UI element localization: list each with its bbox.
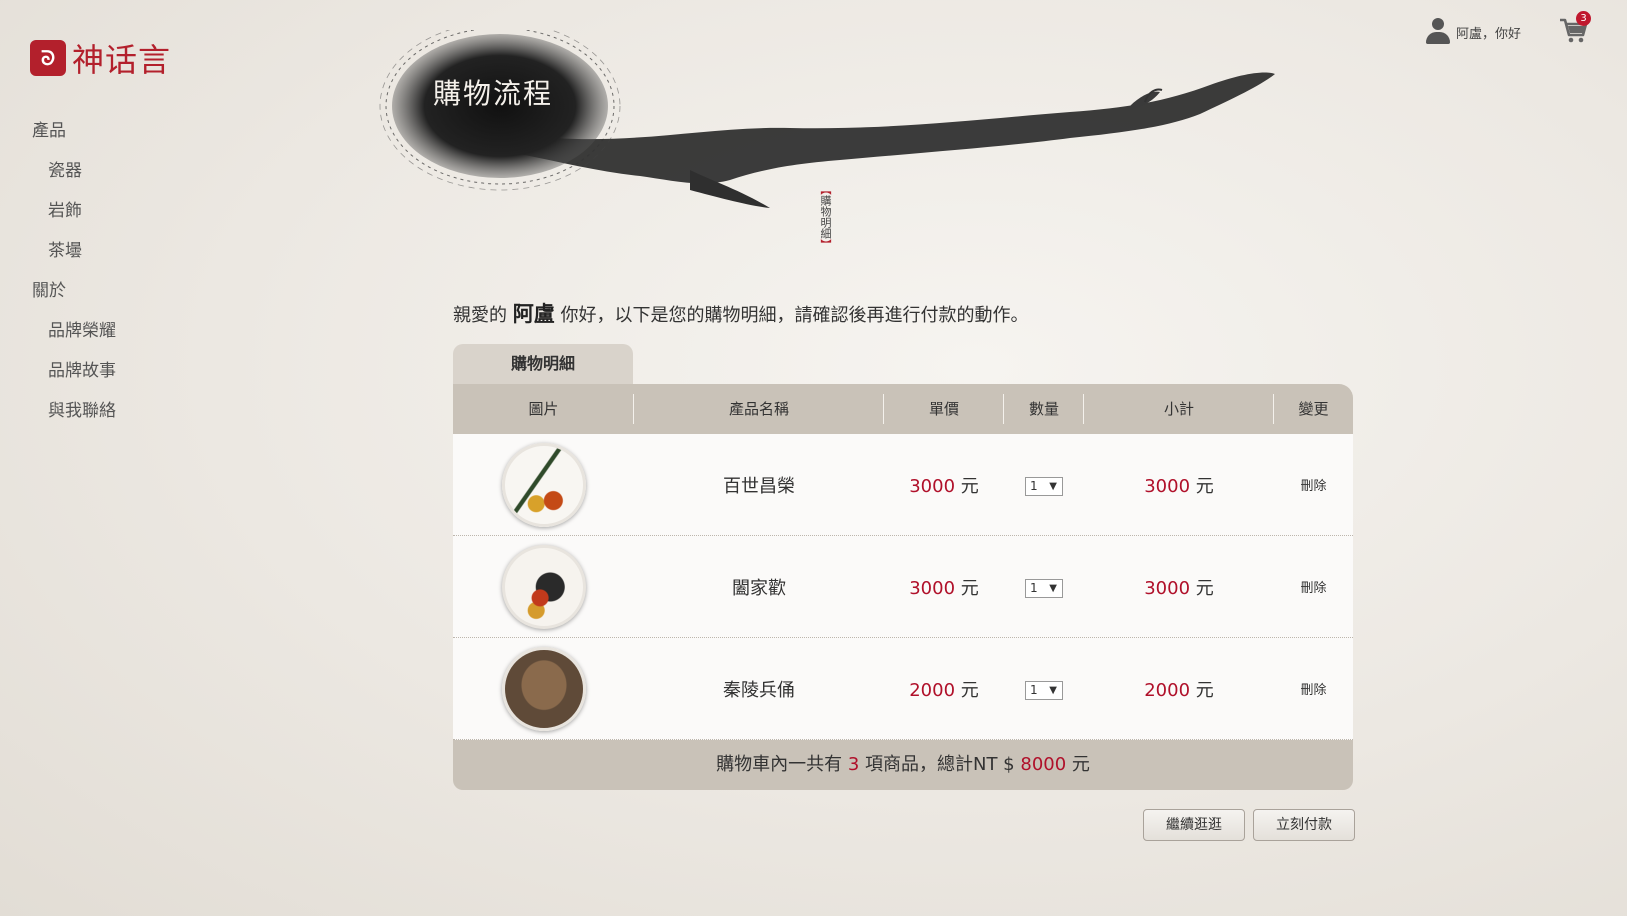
user-icon (1424, 18, 1452, 46)
summary-item-count: 3 (847, 754, 860, 775)
product-thumbnail[interactable] (501, 442, 586, 527)
header-subtotal: 小計 (1084, 384, 1274, 434)
cart-table: 圖片 產品名稱 單價 數量 小計 變更 百世昌榮 3000 元 1 ▼ 3000 … (453, 384, 1353, 790)
currency-unit: 元 (1195, 577, 1214, 599)
row-subtotal: 3000 (1144, 577, 1191, 599)
greeting-username: 阿盧 (512, 302, 555, 326)
product-name[interactable]: 秦陵兵俑 (634, 676, 884, 702)
unit-price: 2000 (909, 679, 956, 701)
currency-unit: 元 (1195, 475, 1214, 497)
cart-summary: 購物車內一共有 3 項商品，總計NT $ 8000 元 (453, 740, 1353, 790)
currency-unit: 元 (1195, 679, 1214, 701)
nav-item-tea-jars[interactable]: 茶壜 (32, 236, 116, 276)
quantity-select[interactable]: 1 ▼ (1025, 578, 1063, 598)
dropdown-arrow-icon: ▼ (1049, 582, 1057, 594)
quantity-value: 1 (1030, 682, 1038, 697)
user-greeting[interactable]: 阿盧，你好 (1424, 18, 1521, 46)
cart-button[interactable]: 3 (1558, 11, 1592, 46)
header-change: 變更 (1298, 400, 1329, 418)
currency-unit: 元 (960, 577, 979, 599)
product-thumbnail[interactable] (501, 646, 586, 731)
delete-button[interactable]: 刪除 (1300, 683, 1326, 698)
table-row: 秦陵兵俑 2000 元 1 ▼ 2000 元 刪除 (453, 638, 1353, 740)
brand-name: 神话言 (72, 41, 172, 79)
logo-mark-icon: ᘐ (30, 40, 66, 76)
header-image: 圖片 (453, 384, 634, 434)
quantity-select[interactable]: 1 ▼ (1025, 476, 1063, 496)
product-thumbnail[interactable] (501, 544, 586, 629)
table-header: 圖片 產品名稱 單價 數量 小計 變更 (453, 384, 1353, 434)
quantity-select[interactable]: 1 ▼ (1025, 680, 1063, 700)
banner-ink-art (379, 30, 1275, 208)
quantity-value: 1 (1030, 478, 1038, 493)
cart-count-badge: 3 (1576, 11, 1591, 26)
dropdown-arrow-icon: ▼ (1049, 684, 1057, 696)
table-row: 百世昌榮 3000 元 1 ▼ 3000 元 刪除 (453, 434, 1353, 536)
greeting-suffix: 你好，以下是您的購物明細，請確認後再進行付款的動作。 (560, 305, 1029, 326)
step-tag-text: 購物明細 (819, 195, 832, 239)
product-name[interactable]: 百世昌榮 (634, 472, 884, 498)
greeting-prefix: 親愛的 (453, 305, 507, 326)
tab-cart-details[interactable]: 購物明細 (453, 344, 633, 384)
step-tag: 【購物明細】 (818, 184, 832, 250)
step-tag-bracket-open: 【 (819, 184, 832, 195)
nav-item-porcelain[interactable]: 瓷器 (32, 156, 116, 196)
product-name[interactable]: 闔家歡 (634, 574, 884, 600)
nav-item-brand-story[interactable]: 品牌故事 (32, 356, 116, 396)
user-greeting-text: 阿盧，你好 (1456, 26, 1522, 42)
summary-suffix: 元 (1071, 754, 1090, 775)
quantity-value: 1 (1030, 580, 1038, 595)
unit-price: 3000 (909, 475, 956, 497)
delete-button[interactable]: 刪除 (1300, 479, 1326, 494)
summary-total: 8000 (1020, 754, 1067, 775)
step-tag-bracket-close: 】 (819, 239, 832, 250)
sidebar-nav: 產品 瓷器 岩飾 茶壜 關於 品牌榮耀 品牌故事 與我聯絡 (32, 116, 116, 436)
page-greeting: 親愛的 阿盧 你好，以下是您的購物明細，請確認後再進行付款的動作。 (453, 298, 1028, 328)
nav-item-brand-honors[interactable]: 品牌榮耀 (32, 316, 116, 356)
row-subtotal: 2000 (1144, 679, 1191, 701)
delete-button[interactable]: 刪除 (1300, 581, 1326, 596)
unit-price: 3000 (909, 577, 956, 599)
nav-category-about[interactable]: 關於 (32, 276, 116, 316)
nav-item-rock-ornaments[interactable]: 岩飾 (32, 196, 116, 236)
dropdown-arrow-icon: ▼ (1049, 480, 1057, 492)
table-row: 闔家歡 3000 元 1 ▼ 3000 元 刪除 (453, 536, 1353, 638)
pay-now-button[interactable]: 立刻付款 (1253, 809, 1355, 841)
header-quantity: 數量 (1004, 384, 1084, 434)
currency-unit: 元 (960, 679, 979, 701)
brand-logo[interactable]: ᘐ 神话言 (30, 35, 171, 81)
nav-item-contact[interactable]: 與我聯絡 (32, 396, 116, 436)
summary-middle: 項商品，總計NT $ (865, 754, 1015, 775)
summary-prefix: 購物車內一共有 (716, 754, 843, 775)
nav-category-products[interactable]: 產品 (32, 116, 116, 156)
currency-unit: 元 (960, 475, 979, 497)
header-product-name: 產品名稱 (634, 384, 884, 434)
banner-title: 購物流程 (433, 77, 554, 110)
continue-shopping-button[interactable]: 繼續逛逛 (1143, 809, 1245, 841)
row-subtotal: 3000 (1144, 475, 1191, 497)
header-unit-price: 單價 (884, 384, 1004, 434)
